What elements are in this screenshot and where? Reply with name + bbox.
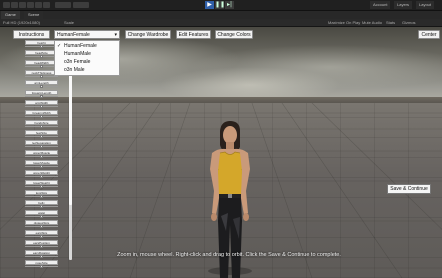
local-toggle[interactable] xyxy=(73,2,89,8)
slider-row: armLength xyxy=(22,80,67,89)
scale-tool-icon[interactable] xyxy=(27,2,34,8)
account-menu[interactable]: Account xyxy=(370,1,391,9)
maximize-on-play-toggle[interactable]: Maximize On Play xyxy=(328,19,360,26)
slider-row: gluteusSize xyxy=(22,220,67,229)
slider-row: earsSize xyxy=(22,230,67,239)
slider-handle[interactable] xyxy=(40,95,43,98)
instructions-button[interactable]: Instructions xyxy=(13,30,50,39)
checkmark-icon: ✓ xyxy=(57,43,62,49)
slider-handle[interactable] xyxy=(40,115,43,118)
view-tabbar: Game Scene xyxy=(0,11,442,19)
slider-handle[interactable] xyxy=(40,255,43,258)
option-o3n-female[interactable]: o3n Female xyxy=(55,58,119,66)
slider-handle[interactable] xyxy=(40,205,43,208)
gizmos-toggle[interactable]: Gizmos xyxy=(402,19,416,26)
slider-handle[interactable] xyxy=(40,245,43,248)
tab-scene[interactable]: Scene xyxy=(24,11,44,19)
stats-toggle[interactable]: Stats xyxy=(386,19,395,26)
slider-handle[interactable] xyxy=(40,175,43,178)
option-label: o3n Female xyxy=(64,59,91,65)
slider-row: handsSize xyxy=(22,120,67,129)
hand-tool-icon[interactable] xyxy=(3,2,10,8)
game-view-toolbar: Full HD (1920x1080) Scale Maximize On Pl… xyxy=(0,19,442,27)
rotate-tool-icon[interactable] xyxy=(19,2,26,8)
slider-handle[interactable] xyxy=(40,105,43,108)
slider-handle[interactable] xyxy=(40,55,43,58)
slider-handle[interactable] xyxy=(40,145,43,148)
option-human-male[interactable]: HumanMale xyxy=(55,50,119,58)
slider-handle[interactable] xyxy=(40,165,43,168)
slider-handle[interactable] xyxy=(40,185,43,188)
slider-handle[interactable] xyxy=(40,225,43,228)
slider-handle[interactable] xyxy=(40,65,43,68)
move-tool-icon[interactable] xyxy=(11,2,18,8)
slider-row: noseSize xyxy=(22,260,67,269)
option-o3n-male[interactable]: o3n Male xyxy=(55,66,119,74)
game-view[interactable]: Instructions HumanFemale ▾ Change Wardro… xyxy=(0,27,442,278)
tab-game[interactable]: Game xyxy=(1,11,20,19)
playback-controls: ▶ ❚❚ ▸| xyxy=(205,1,234,9)
slider-row: upperWeight xyxy=(22,170,67,179)
body-type-dropdown[interactable]: HumanFemale ▾ xyxy=(54,30,120,39)
slider-row: armWidth xyxy=(22,100,67,109)
slider-row: legSeparation xyxy=(22,140,67,149)
slider-handle[interactable] xyxy=(40,45,43,48)
slider-handle[interactable] xyxy=(40,125,43,128)
change-wardrobe-button[interactable]: Change Wardrobe xyxy=(125,30,171,39)
slider-row: lowerWeight xyxy=(22,180,67,189)
slider-handle[interactable] xyxy=(40,85,43,88)
layout-menu[interactable]: Layout xyxy=(416,1,435,9)
slider-handle[interactable] xyxy=(40,215,43,218)
slider-row: upperMuscle xyxy=(22,150,67,159)
slider-row: earsPosition xyxy=(22,240,67,249)
slider-row: forearmWidth xyxy=(22,110,67,119)
slider-handle[interactable] xyxy=(40,75,43,78)
slider-row: earsRotation xyxy=(22,250,67,259)
option-human-female[interactable]: ✓ HumanFemale xyxy=(55,42,119,50)
pivot-toggle[interactable] xyxy=(55,2,71,8)
slider-row: belly xyxy=(22,200,67,209)
slider-row: legsSize xyxy=(22,190,67,199)
chevron-down-icon: ▾ xyxy=(114,32,117,38)
option-label: HumanMale xyxy=(64,51,91,57)
mute-audio-toggle[interactable]: Mute Audio xyxy=(362,19,382,26)
option-label: HumanFemale xyxy=(64,43,97,49)
editor-toolbar: ▶ ❚❚ ▸| Account Layers Layout xyxy=(0,0,442,11)
instruction-text: Zoom in, mouse wheel. Right-click and dr… xyxy=(117,252,341,258)
slider-handle[interactable] xyxy=(40,195,43,198)
body-type-selected: HumanFemale xyxy=(57,32,90,38)
slider-handle[interactable] xyxy=(40,155,43,158)
pause-icon[interactable]: ❚❚ xyxy=(215,1,225,9)
slider-row: feetSize xyxy=(22,130,67,139)
step-icon[interactable]: ▸| xyxy=(225,1,234,9)
option-label: o3n Male xyxy=(64,67,85,73)
change-colors-button[interactable]: Change Colors xyxy=(215,30,253,39)
slider-row: lowerMuscle xyxy=(22,160,67,169)
body-type-options: ✓ HumanFemale HumanMale o3n Female o3n M… xyxy=(54,40,120,76)
transform-tool-icon[interactable] xyxy=(43,2,50,8)
slider-handle[interactable] xyxy=(40,135,43,138)
slider-handle[interactable] xyxy=(40,265,43,268)
slider-row: waist xyxy=(22,210,67,219)
scale-slider-label[interactable]: Scale xyxy=(64,19,74,26)
rect-tool-icon[interactable] xyxy=(35,2,42,8)
layers-menu[interactable]: Layers xyxy=(394,1,413,9)
save-continue-button[interactable]: Save & Continue xyxy=(387,184,431,194)
center-button[interactable]: Center xyxy=(418,30,440,39)
scrollbar-thumb[interactable] xyxy=(69,75,72,205)
resolution-select[interactable]: Full HD (1920x1080) xyxy=(3,19,40,26)
slider-row: forearmLength xyxy=(22,90,67,99)
slider-handle[interactable] xyxy=(40,235,43,238)
play-icon[interactable]: ▶ xyxy=(205,1,214,9)
edit-features-button[interactable]: Edit Features xyxy=(176,30,211,39)
